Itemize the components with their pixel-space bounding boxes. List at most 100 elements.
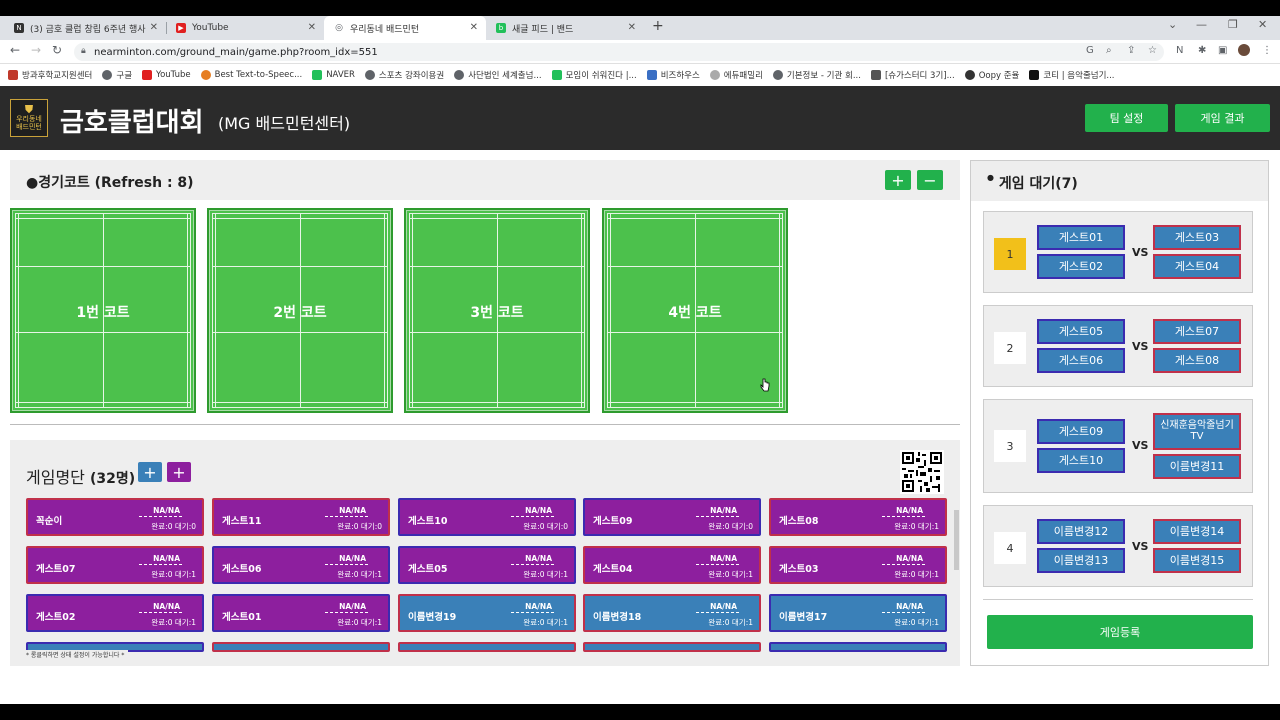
window-close-button[interactable]: ✕ bbox=[1258, 18, 1267, 31]
add-player-button[interactable]: + bbox=[138, 462, 162, 482]
queue-game[interactable]: 3 게스트09 게스트10 VS 신재훈음악줄넘기TV 이름변경11 bbox=[983, 399, 1253, 493]
player-slot[interactable]: 게스트01 bbox=[1037, 225, 1125, 250]
logo[interactable]: ⛊ 우리동네 배드민턴 bbox=[10, 99, 48, 137]
queue-game[interactable]: 2 게스트05 게스트06 VS 게스트07 게스트08 bbox=[983, 305, 1253, 387]
player-slot[interactable]: 게스트04 bbox=[1153, 254, 1241, 279]
player-level: NA/NA bbox=[696, 602, 739, 613]
game-results-button[interactable]: 게임 결과 bbox=[1175, 104, 1270, 132]
page-title: 금호클럽대회 bbox=[60, 108, 204, 138]
player-slot[interactable]: 이름변경11 bbox=[1153, 454, 1241, 479]
player-slot[interactable]: 신재훈음악줄넘기TV bbox=[1153, 413, 1241, 450]
close-icon[interactable]: ✕ bbox=[470, 22, 478, 33]
player-card[interactable]: 게스트05 NA/NA 완료:0 대기:1 bbox=[398, 546, 576, 584]
player-slot[interactable]: 게스트05 bbox=[1037, 319, 1125, 344]
bookmark-item[interactable]: 모임이 쉬워진다 |... bbox=[551, 69, 637, 81]
tab-badminton[interactable]: ◎ 우리동네 배드민턴 ✕ bbox=[324, 16, 486, 40]
queue-game[interactable]: 4 이름변경12 이름변경13 VS 이름변경14 이름변경15 bbox=[983, 505, 1253, 587]
zoom-icon[interactable]: ⌕ bbox=[1106, 45, 1112, 56]
player-slot[interactable]: 게스트06 bbox=[1037, 348, 1125, 373]
player-level: NA/NA bbox=[696, 506, 739, 517]
roster-scrollbar[interactable] bbox=[954, 510, 959, 570]
bookmark-item[interactable]: 에듀패밀리 bbox=[709, 69, 763, 81]
browser-window: N (3) 금호 클럽 창립 6주년 행사 ✕ ▶ YouTube ✕ ◎ 우리… bbox=[0, 16, 1280, 704]
player-card[interactable]: 게스트11 NA/NA 완료:0 대기:0 bbox=[212, 498, 390, 536]
player-card[interactable]: 이름변경19 NA/NA 완료:0 대기:1 bbox=[398, 594, 576, 632]
close-icon[interactable]: ✕ bbox=[628, 22, 636, 33]
close-icon[interactable]: ✕ bbox=[308, 22, 316, 33]
tab-search-icon[interactable]: ⌄ bbox=[1168, 18, 1177, 31]
extensions-icon[interactable]: ✱ bbox=[1198, 45, 1206, 56]
add-guest-button[interactable]: + bbox=[167, 462, 191, 482]
player-card[interactable]: 꼭순이 NA/NA 완료:0 대기:0 bbox=[26, 498, 204, 536]
team-settings-button[interactable]: 팀 설정 bbox=[1085, 104, 1168, 132]
player-card-partial[interactable] bbox=[212, 642, 390, 652]
maximize-button[interactable]: ❐ bbox=[1228, 18, 1238, 31]
url-bar[interactable]: 🔒︎ nearminton.com/ground_main/game.php?r… bbox=[74, 43, 1164, 61]
bookmark-item[interactable]: 코티 | 음악줄넘기... bbox=[1029, 69, 1115, 81]
player-card[interactable]: 게스트01 NA/NA 완료:0 대기:1 bbox=[212, 594, 390, 632]
qr-code[interactable] bbox=[900, 450, 944, 494]
tab-band[interactable]: b 새글 피드 | 밴드 ✕ bbox=[486, 16, 644, 40]
bookmark-item[interactable]: 사단법인 세계출넘... bbox=[454, 69, 542, 81]
player-card[interactable]: 이름변경18 NA/NA 완료:0 대기:1 bbox=[583, 594, 761, 632]
player-card[interactable]: 게스트09 NA/NA 완료:0 대기:0 bbox=[583, 498, 761, 536]
player-card[interactable]: 게스트06 NA/NA 완료:0 대기:1 bbox=[212, 546, 390, 584]
bookmark-item[interactable]: NAVER bbox=[312, 70, 355, 80]
share-icon[interactable]: ⇪ bbox=[1127, 45, 1135, 56]
queue-game[interactable]: 1 게스트01 게스트02 VS 게스트03 게스트04 bbox=[983, 211, 1253, 293]
player-card[interactable]: 게스트04 NA/NA 완료:0 대기:1 bbox=[583, 546, 761, 584]
notion-ext-icon[interactable]: N bbox=[1176, 45, 1183, 56]
player-stats: 완료:0 대기:1 bbox=[708, 618, 753, 627]
sidepanel-icon[interactable]: ▣ bbox=[1218, 45, 1227, 56]
player-slot[interactable]: 이름변경12 bbox=[1037, 519, 1125, 544]
avatar[interactable] bbox=[1238, 44, 1250, 56]
bookmark-item[interactable]: [슈가스터디 3기]... bbox=[870, 69, 955, 81]
player-slot[interactable]: 게스트02 bbox=[1037, 254, 1125, 279]
player-slot[interactable]: 게스트03 bbox=[1153, 225, 1241, 250]
player-slot[interactable]: 이름변경13 bbox=[1037, 548, 1125, 573]
add-court-button[interactable]: + bbox=[885, 170, 911, 190]
court-3[interactable]: 3번 코트 bbox=[404, 208, 590, 413]
player-card[interactable]: 게스트03 NA/NA 완료:0 대기:1 bbox=[769, 546, 947, 584]
register-game-button[interactable]: 게임등록 bbox=[987, 615, 1253, 649]
court-1[interactable]: 1번 코트 bbox=[10, 208, 196, 413]
court-2[interactable]: 2번 코트 bbox=[207, 208, 393, 413]
remove-court-button[interactable]: − bbox=[917, 170, 943, 190]
player-card[interactable]: 게스트08 NA/NA 완료:0 대기:1 bbox=[769, 498, 947, 536]
new-tab-button[interactable]: + bbox=[652, 18, 664, 34]
bullet-icon: ● bbox=[987, 173, 994, 182]
bookmark-item[interactable]: Best Text-to-Speec... bbox=[200, 70, 302, 80]
player-card[interactable]: 게스트10 NA/NA 완료:0 대기:0 bbox=[398, 498, 576, 536]
player-slot[interactable]: 게스트09 bbox=[1037, 419, 1125, 444]
reload-icon[interactable]: ↻ bbox=[52, 43, 62, 57]
bookmark-item[interactable]: YouTube bbox=[142, 70, 191, 80]
tab-youtube[interactable]: ▶ YouTube ✕ bbox=[166, 16, 324, 40]
bookmark-item[interactable]: 구글 bbox=[102, 69, 132, 81]
bookmark-item[interactable]: 스포츠 강좌이용권 bbox=[364, 69, 444, 81]
close-icon[interactable]: ✕ bbox=[150, 22, 158, 33]
player-slot[interactable]: 게스트07 bbox=[1153, 319, 1241, 344]
bookmark-item[interactable]: 기본정보 - 기관 회... bbox=[772, 69, 861, 81]
bookmark-item[interactable]: Oopy 준율 bbox=[964, 69, 1019, 81]
player-card[interactable]: 게스트02 NA/NA 완료:0 대기:1 bbox=[26, 594, 204, 632]
player-slot[interactable]: 게스트08 bbox=[1153, 348, 1241, 373]
bookmark-item[interactable]: 방과후학교지원센터 bbox=[8, 69, 92, 81]
player-card-partial[interactable] bbox=[583, 642, 761, 652]
bookmark-item[interactable]: 비즈하우스 bbox=[646, 69, 700, 81]
bookmark-star-icon[interactable]: ☆ bbox=[1148, 45, 1157, 56]
player-card-partial[interactable] bbox=[769, 642, 947, 652]
minimize-button[interactable]: — bbox=[1196, 18, 1207, 31]
google-icon[interactable]: G bbox=[1086, 45, 1094, 56]
back-icon[interactable]: ← bbox=[10, 43, 20, 57]
game-number: 1 bbox=[994, 238, 1026, 270]
player-slot[interactable]: 이름변경15 bbox=[1153, 548, 1241, 573]
tab-kumho-club[interactable]: N (3) 금호 클럽 창립 6주년 행사 ✕ bbox=[4, 16, 166, 40]
bookmark-icon bbox=[964, 70, 975, 80]
player-slot[interactable]: 게스트10 bbox=[1037, 448, 1125, 473]
player-card-partial[interactable] bbox=[398, 642, 576, 652]
forward-icon[interactable]: → bbox=[31, 43, 41, 57]
player-card[interactable]: 이름변경17 NA/NA 완료:0 대기:1 bbox=[769, 594, 947, 632]
player-slot[interactable]: 이름변경14 bbox=[1153, 519, 1241, 544]
menu-icon[interactable]: ⋮ bbox=[1262, 45, 1272, 56]
player-card[interactable]: 게스트07 NA/NA 완료:0 대기:1 bbox=[26, 546, 204, 584]
